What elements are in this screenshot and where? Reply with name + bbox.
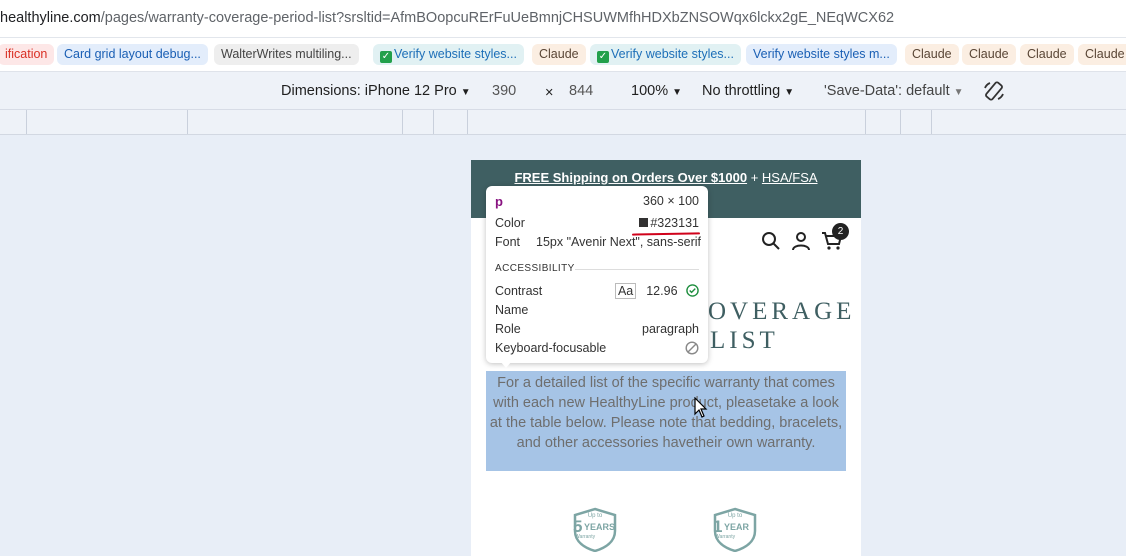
url-host: healthyline.com bbox=[0, 10, 101, 26]
bookmark-chip[interactable]: WalterWrites multiling... bbox=[214, 44, 359, 65]
zoom-dropdown[interactable]: 100% ▼ bbox=[631, 83, 682, 99]
zoom-label: 100% bbox=[631, 83, 669, 99]
role-value: paragraph bbox=[642, 322, 699, 336]
bookmark-chip[interactable]: Claude bbox=[905, 44, 959, 65]
color-value: #323131 bbox=[639, 216, 699, 230]
bookmark-label: Claude bbox=[912, 47, 952, 61]
throttling-label: No throttling bbox=[702, 83, 781, 99]
warranty-paragraph: For a detailed list of the specific warr… bbox=[486, 371, 846, 471]
account-icon[interactable] bbox=[791, 231, 811, 256]
section-divider bbox=[575, 269, 699, 270]
font-value: 15px "Avenir Next", sans-serif bbox=[536, 235, 701, 249]
keyboard-focusable-label: Keyboard-focusable bbox=[495, 341, 607, 355]
badge-bottom-text: Warranty bbox=[715, 534, 736, 540]
role-label: Role bbox=[495, 322, 521, 336]
caret-down-icon: ▼ bbox=[460, 87, 471, 98]
bookmark-chip[interactable]: ✓ Verify website styles... bbox=[590, 44, 741, 65]
color-swatch-icon bbox=[639, 218, 649, 227]
bookmark-chip[interactable]: ification bbox=[0, 44, 55, 65]
name-label: Name bbox=[495, 303, 529, 317]
tooltip-tag: p bbox=[495, 194, 503, 209]
bookmark-chip[interactable]: Claude bbox=[1078, 44, 1126, 65]
hsa-fsa-link[interactable]: HSA/FSA bbox=[762, 170, 818, 185]
inspect-element-tooltip: p 360 × 100 Color #323131 Font 15px "Ave… bbox=[486, 186, 708, 368]
font-label: Font bbox=[495, 235, 521, 249]
width-input[interactable]: 390 bbox=[492, 83, 516, 99]
bookmark-chip[interactable]: Card grid layout debug... bbox=[57, 44, 208, 65]
shipping-text: FREE Shipping on Orders Over $1000 bbox=[514, 170, 748, 185]
checkmark-icon: ✓ bbox=[380, 51, 392, 63]
page-title-line2: LIST bbox=[710, 327, 779, 354]
color-label: Color bbox=[495, 216, 525, 230]
badge-unit: YEARS bbox=[584, 522, 616, 532]
bookmark-label: Claude bbox=[969, 47, 1009, 61]
bookmark-label: Claude bbox=[1085, 47, 1125, 61]
url-path: /pages/warranty-coverage-period-list?srs… bbox=[100, 10, 895, 26]
color-hex: #323131 bbox=[650, 216, 699, 230]
badge-unit: YEAR bbox=[724, 522, 750, 532]
bookmark-label: WalterWrites multiling... bbox=[221, 47, 352, 61]
media-query-ruler bbox=[0, 110, 1126, 135]
not-focusable-icon bbox=[685, 341, 699, 358]
badge-bottom-text: Warranty bbox=[575, 534, 596, 540]
bookmark-label: Verify website styles... bbox=[394, 47, 517, 61]
bookmark-label: Claude bbox=[1027, 47, 1067, 61]
url-text[interactable]: healthyline.com/pages/warranty-coverage-… bbox=[0, 10, 894, 26]
swap-dimensions-button[interactable]: × bbox=[545, 85, 553, 101]
accessibility-heading: ACCESSIBILITY bbox=[495, 263, 575, 274]
bookmark-label: Verify website styles... bbox=[611, 47, 734, 61]
page-title-line1: OVERAGE bbox=[708, 298, 856, 325]
height-input[interactable]: 844 bbox=[569, 83, 593, 99]
contrast-label: Contrast bbox=[495, 284, 543, 298]
bookmark-chip[interactable]: Verify website styles m... bbox=[746, 44, 897, 65]
bookmark-chip[interactable]: Claude bbox=[1020, 44, 1074, 65]
rotate-icon[interactable] bbox=[982, 79, 1006, 107]
bookmark-label: Claude bbox=[539, 47, 579, 61]
tooltip-size: 360 × 100 bbox=[643, 194, 699, 208]
caret-down-icon: ▼ bbox=[672, 87, 682, 98]
address-bar[interactable]: healthyline.com/pages/warranty-coverage-… bbox=[0, 0, 1126, 38]
checkmark-icon: ✓ bbox=[597, 51, 609, 63]
shipping-plus: + bbox=[747, 170, 762, 185]
mouse-cursor-icon bbox=[694, 396, 708, 424]
contrast-value: Aa 12.96 bbox=[614, 283, 699, 299]
bookmark-chip[interactable]: ✓ Verify website styles... bbox=[373, 44, 524, 65]
bookmark-chip[interactable]: Claude bbox=[962, 44, 1016, 65]
bookmark-label: Verify website styles m... bbox=[753, 47, 890, 61]
check-circle-icon bbox=[686, 284, 699, 297]
contrast-ratio: 12.96 bbox=[646, 284, 678, 298]
dimensions-dropdown[interactable]: Dimensions: iPhone 12 Pro ▼ bbox=[281, 83, 471, 99]
caret-down-icon: ▼ bbox=[784, 87, 795, 98]
save-data-label: 'Save-Data': default bbox=[824, 83, 950, 99]
search-icon[interactable] bbox=[761, 231, 781, 256]
contrast-aa-box: Aa bbox=[614, 283, 637, 299]
throttling-dropdown[interactable]: No throttling ▼ bbox=[702, 83, 794, 99]
dimensions-label: Dimensions: iPhone 12 Pro bbox=[281, 83, 457, 99]
warranty-5-years-badge: Up to 5 YEARS Warranty bbox=[571, 507, 619, 553]
bookmark-label: ification bbox=[5, 47, 48, 61]
bookmarks-bar: ification Card grid layout debug... Walter… bbox=[0, 38, 1126, 72]
bookmark-chip[interactable]: Claude bbox=[532, 44, 586, 65]
cart-count-badge: 2 bbox=[832, 223, 849, 240]
caret-down-icon: ▼ bbox=[953, 87, 964, 98]
bookmark-label: Card grid layout debug... bbox=[64, 47, 201, 61]
save-data-dropdown[interactable]: 'Save-Data': default ▼ bbox=[824, 83, 964, 99]
tooltip-arrow bbox=[500, 361, 512, 368]
device-toolbar: Dimensions: iPhone 12 Pro ▼ 390 × 844 100… bbox=[0, 72, 1126, 110]
warranty-1-year-badge: Up to 1 YEAR Warranty bbox=[711, 507, 759, 553]
